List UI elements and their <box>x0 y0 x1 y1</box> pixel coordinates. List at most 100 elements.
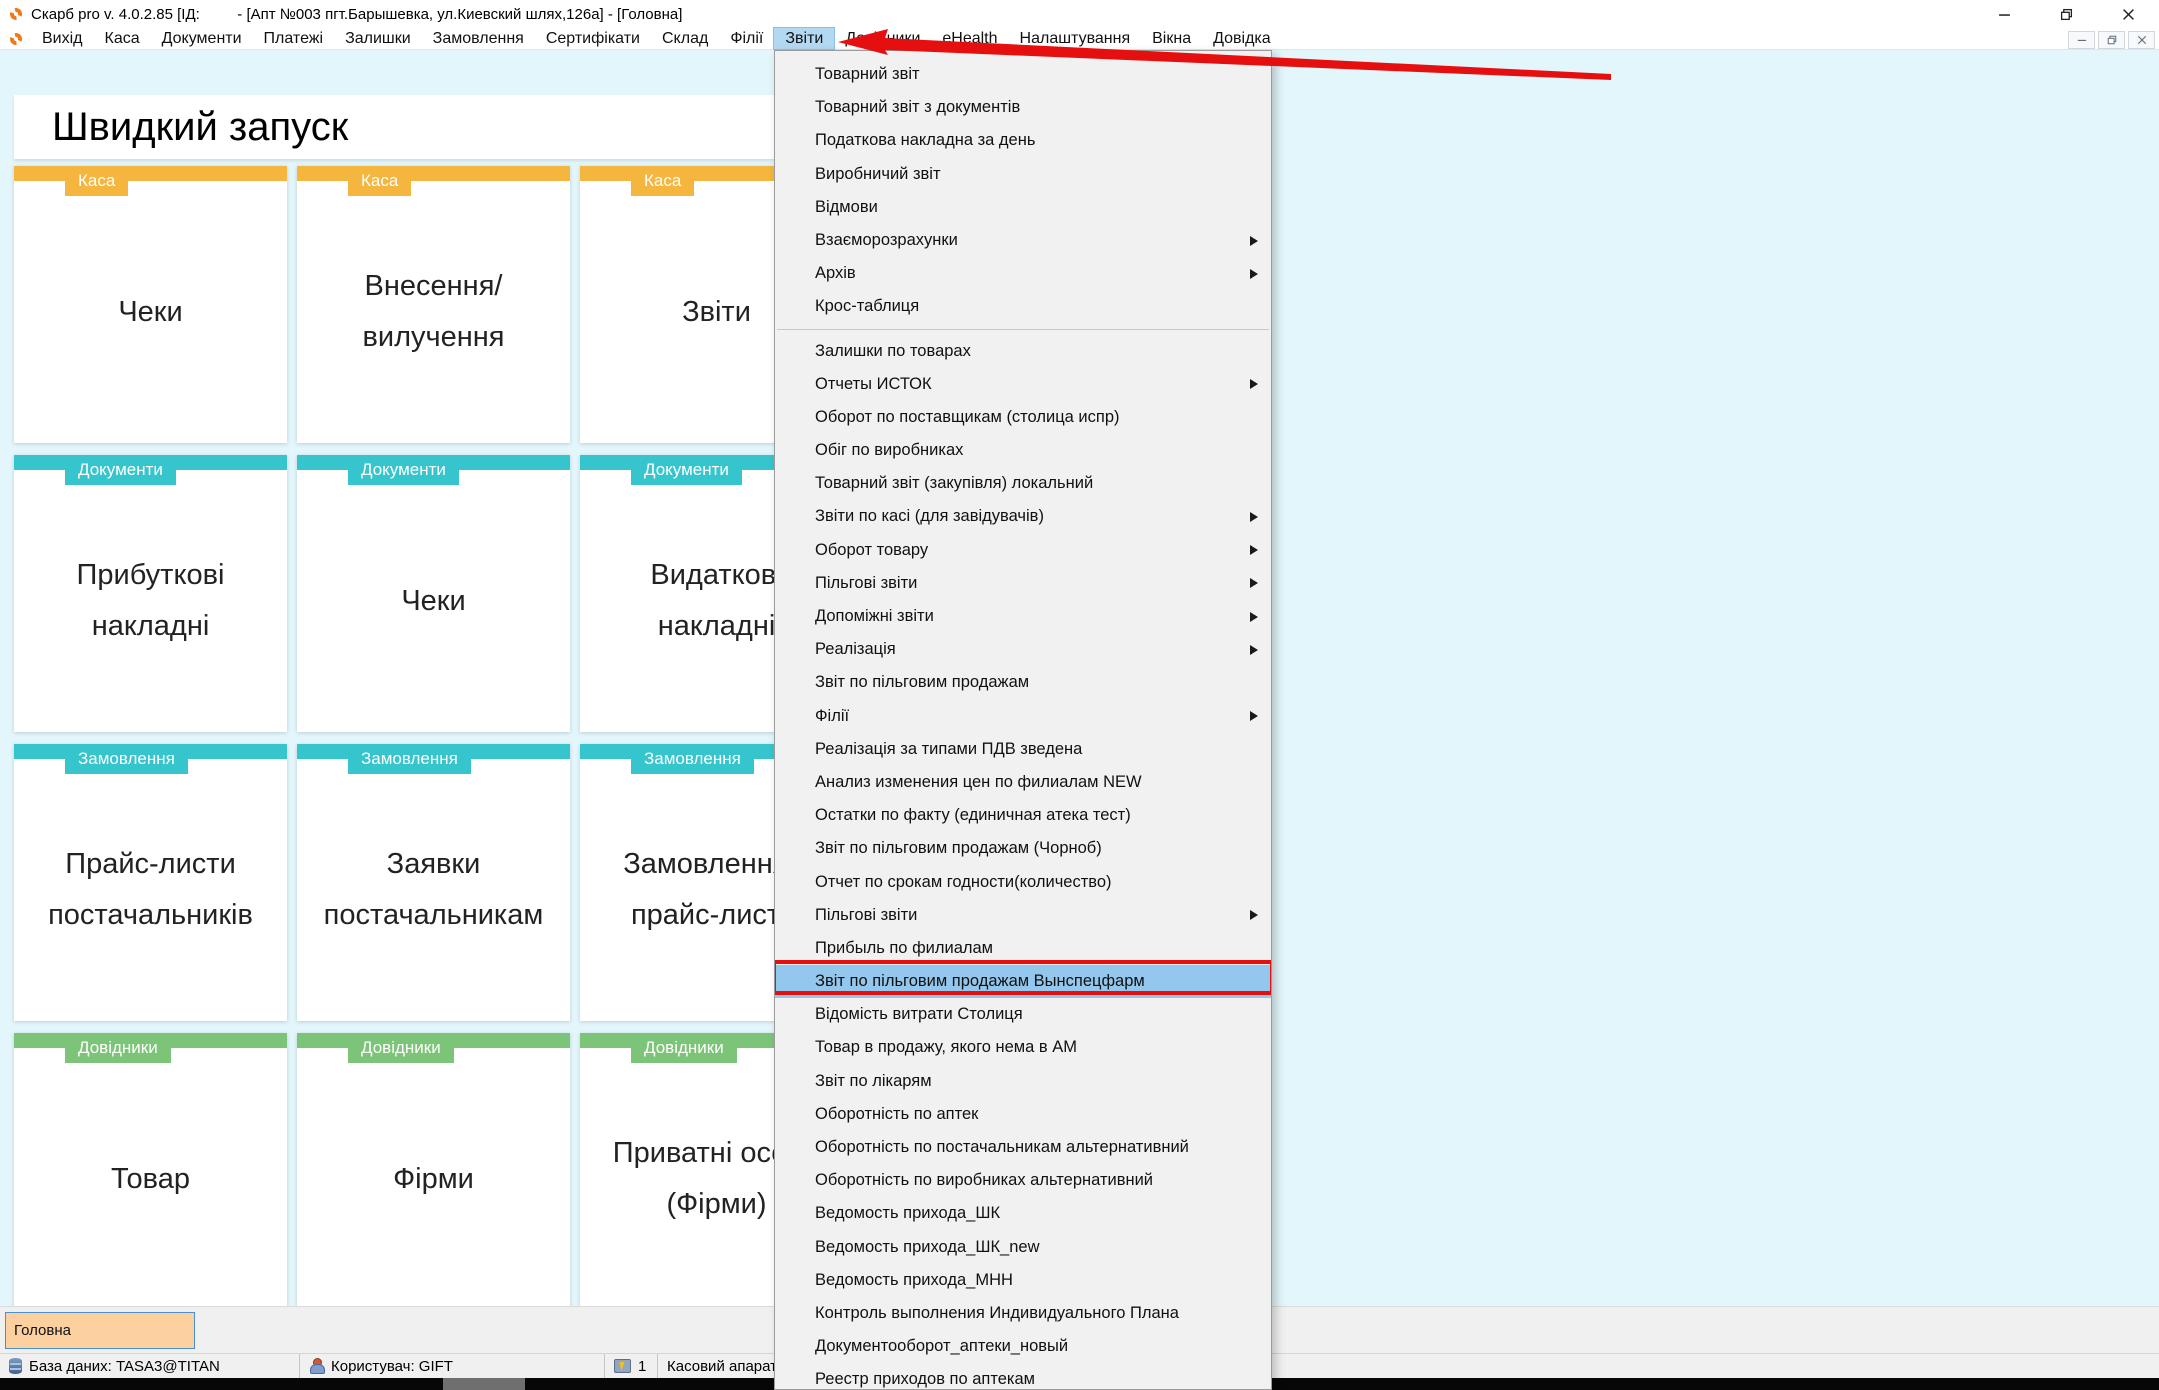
dropdown-item-18[interactable]: Звіт по пільговим продажам <box>775 666 1271 699</box>
window-titlebar: Скарб pro v. 4.0.2.85 [ІД: - [Апт №003 п… <box>0 0 2159 28</box>
menu-item-6[interactable]: Сертифікати <box>535 28 651 49</box>
dropdown-item-34[interactable]: Ведомость прихода_ШК <box>775 1197 1271 1230</box>
database-icon <box>9 1358 22 1374</box>
quick-launch-tile[interactable]: Довідники Товар <box>14 1033 287 1310</box>
mdi-window-controls <box>2068 31 2155 49</box>
menu-item-4[interactable]: Залишки <box>334 28 422 49</box>
dropdown-item-22[interactable]: Остатки по факту (единичная атека тест) <box>775 799 1271 832</box>
restore-button[interactable] <box>2035 0 2097 28</box>
tile-color-bar <box>14 166 287 181</box>
dropdown-item-25[interactable]: Пільгові звіти <box>775 899 1271 932</box>
submenu-arrow-icon <box>1250 611 1258 622</box>
dropdown-item-28[interactable]: Відомість витрати Столиця <box>775 998 1271 1031</box>
submenu-arrow-icon <box>1250 644 1258 655</box>
close-button[interactable] <box>2097 0 2159 28</box>
dropdown-item-32[interactable]: Оборотність по постачальникам альтернати… <box>775 1131 1271 1164</box>
dropdown-item-21[interactable]: Анализ изменения цен по филиалам NEW <box>775 766 1271 799</box>
quick-launch-tile[interactable]: Замовлення Заявки постачальникам <box>297 744 570 1021</box>
cash-register-icon <box>614 1359 631 1373</box>
menu-item-7[interactable]: Склад <box>651 28 719 49</box>
tab-holovna[interactable]: Головна <box>5 1312 195 1349</box>
mdi-close-button[interactable] <box>2128 31 2155 49</box>
menu-item-14[interactable]: Довідка <box>1202 28 1282 49</box>
dropdown-item-27[interactable]: Звіт по пільговим продажам Вынспецфарм <box>775 965 1271 999</box>
submenu-arrow-icon <box>1250 545 1258 556</box>
tile-label: Прибуткові накладні <box>76 559 225 642</box>
dropdown-item-19[interactable]: Філії <box>775 700 1271 733</box>
dropdown-item-36[interactable]: Ведомость прихода_МНН <box>775 1264 1271 1297</box>
dropdown-item-24[interactable]: Отчет по срокам годности(количество) <box>775 866 1271 899</box>
menu-item-13[interactable]: Вікна <box>1141 28 1202 49</box>
database-status: База даних: TASA3@TITAN <box>0 1354 300 1378</box>
dropdown-item-0[interactable]: Товарний звіт <box>775 58 1271 91</box>
menu-item-8[interactable]: Філії <box>719 28 774 49</box>
dropdown-item-3[interactable]: Виробничий звіт <box>775 158 1271 191</box>
dropdown-item-20[interactable]: Реалізація за типами ПДВ зведена <box>775 733 1271 766</box>
status-text: 1 <box>638 1357 647 1375</box>
dropdown-item-15[interactable]: Пільгові звіти <box>775 567 1271 600</box>
menu-item-2[interactable]: Документи <box>151 28 253 49</box>
menu-item-0[interactable]: Вихід <box>31 28 94 49</box>
dropdown-item-26[interactable]: Прибыль по филиалам <box>775 932 1271 965</box>
dropdown-item-9[interactable]: Отчеты ИСТОК <box>775 368 1271 401</box>
minimize-button[interactable] <box>1973 0 2035 28</box>
menu-item-5[interactable]: Замовлення <box>422 28 535 49</box>
tile-label: Прайс-листи постачальників <box>48 848 253 931</box>
tile-label: Заявки постачальникам <box>323 848 544 931</box>
tile-label: Внесення/вилучення <box>362 270 505 353</box>
dropdown-item-4[interactable]: Відмови <box>775 191 1271 224</box>
dropdown-item-6[interactable]: Архів <box>775 257 1271 290</box>
quick-launch-tile[interactable]: Каса Внесення/вилучення <box>297 166 570 443</box>
tab-label: Головна <box>14 1322 71 1339</box>
dropdown-item-5[interactable]: Взаєморозрахунки <box>775 224 1271 257</box>
dropdown-item-37[interactable]: Контроль выполнения Индивидуального План… <box>775 1297 1271 1330</box>
window-title: Скарб pro v. 4.0.2.85 [ІД: - [Апт №003 п… <box>31 5 683 23</box>
dropdown-item-16[interactable]: Допоміжні звіти <box>775 600 1271 633</box>
window-controls <box>1973 0 2159 28</box>
dropdown-item-14[interactable]: Оборот товару <box>775 534 1271 567</box>
mdi-restore-button[interactable] <box>2098 31 2125 49</box>
dropdown-item-35[interactable]: Ведомость прихода_ШК_new <box>775 1231 1271 1264</box>
tile-label: Товар <box>111 1162 190 1195</box>
menu-item-3[interactable]: Платежі <box>253 28 335 49</box>
tile-color-bar <box>297 166 570 181</box>
menu-item-10[interactable]: Довідники <box>834 28 931 49</box>
dropdown-item-8[interactable]: Залишки по товарах <box>775 335 1271 368</box>
quick-launch-tile[interactable]: Каса Чеки <box>14 166 287 443</box>
dropdown-item-11[interactable]: Обіг по виробниках <box>775 434 1271 467</box>
menu-bar-items: Вихід Каса Документи Платежі Залишки Замовлен… <box>31 27 1282 50</box>
dropdown-item-30[interactable]: Звіт по лікарям <box>775 1065 1271 1098</box>
menu-item-1[interactable]: Каса <box>94 28 151 49</box>
dropdown-item-23[interactable]: Звіт по пільговим продажам (Чорноб) <box>775 832 1271 865</box>
dropdown-item-39[interactable]: Реестр приходов по аптекам <box>775 1363 1271 1389</box>
dropdown-item-2[interactable]: Податкова накладна за день <box>775 124 1271 157</box>
dropdown-item-33[interactable]: Оборотність по виробниках альтернативний <box>775 1164 1271 1197</box>
dropdown-item-1[interactable]: Товарний звіт з документів <box>775 91 1271 124</box>
dropdown-item-29[interactable]: Товар в продажу, якого нема в АМ <box>775 1031 1271 1064</box>
status-text: Користувач: GIFT <box>331 1357 453 1375</box>
app-logo-icon <box>10 8 22 20</box>
submenu-arrow-icon <box>1250 578 1258 589</box>
taskbar-segment <box>443 1378 525 1390</box>
page-title: Швидкий запуск <box>52 104 349 149</box>
tile-label: Чеки <box>118 295 183 328</box>
menu-item-9[interactable]: Звіти <box>773 27 836 50</box>
dropdown-item-10[interactable]: Оборот по поставщикам (столица испр) <box>775 401 1271 434</box>
tile-label: Фірми <box>393 1162 474 1195</box>
dropdown-item-7[interactable]: Крос-таблиця <box>775 290 1271 323</box>
quick-launch-tile[interactable]: Замовлення Прайс-листи постачальників <box>14 744 287 1021</box>
dropdown-item-31[interactable]: Оборотність по аптек <box>775 1098 1271 1131</box>
menu-item-11[interactable]: eHealth <box>931 28 1008 49</box>
mdi-minimize-button[interactable] <box>2068 31 2095 49</box>
dropdown-item-17[interactable]: Реалізація <box>775 633 1271 666</box>
dropdown-item-12[interactable]: Товарний звіт (закупівля) локальний <box>775 467 1271 500</box>
app-logo-icon-small <box>10 32 22 45</box>
submenu-arrow-icon <box>1250 235 1258 246</box>
quick-launch-tile[interactable]: Документи Прибуткові накладні <box>14 455 287 732</box>
quick-launch-header: Швидкий запуск <box>14 95 854 159</box>
quick-launch-tile[interactable]: Довідники Фірми <box>297 1033 570 1310</box>
dropdown-item-38[interactable]: Документооборот_аптеки_новый <box>775 1330 1271 1363</box>
menu-item-12[interactable]: Налаштування <box>1009 28 1142 49</box>
quick-launch-tile[interactable]: Документи Чеки <box>297 455 570 732</box>
dropdown-item-13[interactable]: Звіти по касі (для завідувачів) <box>775 500 1271 533</box>
